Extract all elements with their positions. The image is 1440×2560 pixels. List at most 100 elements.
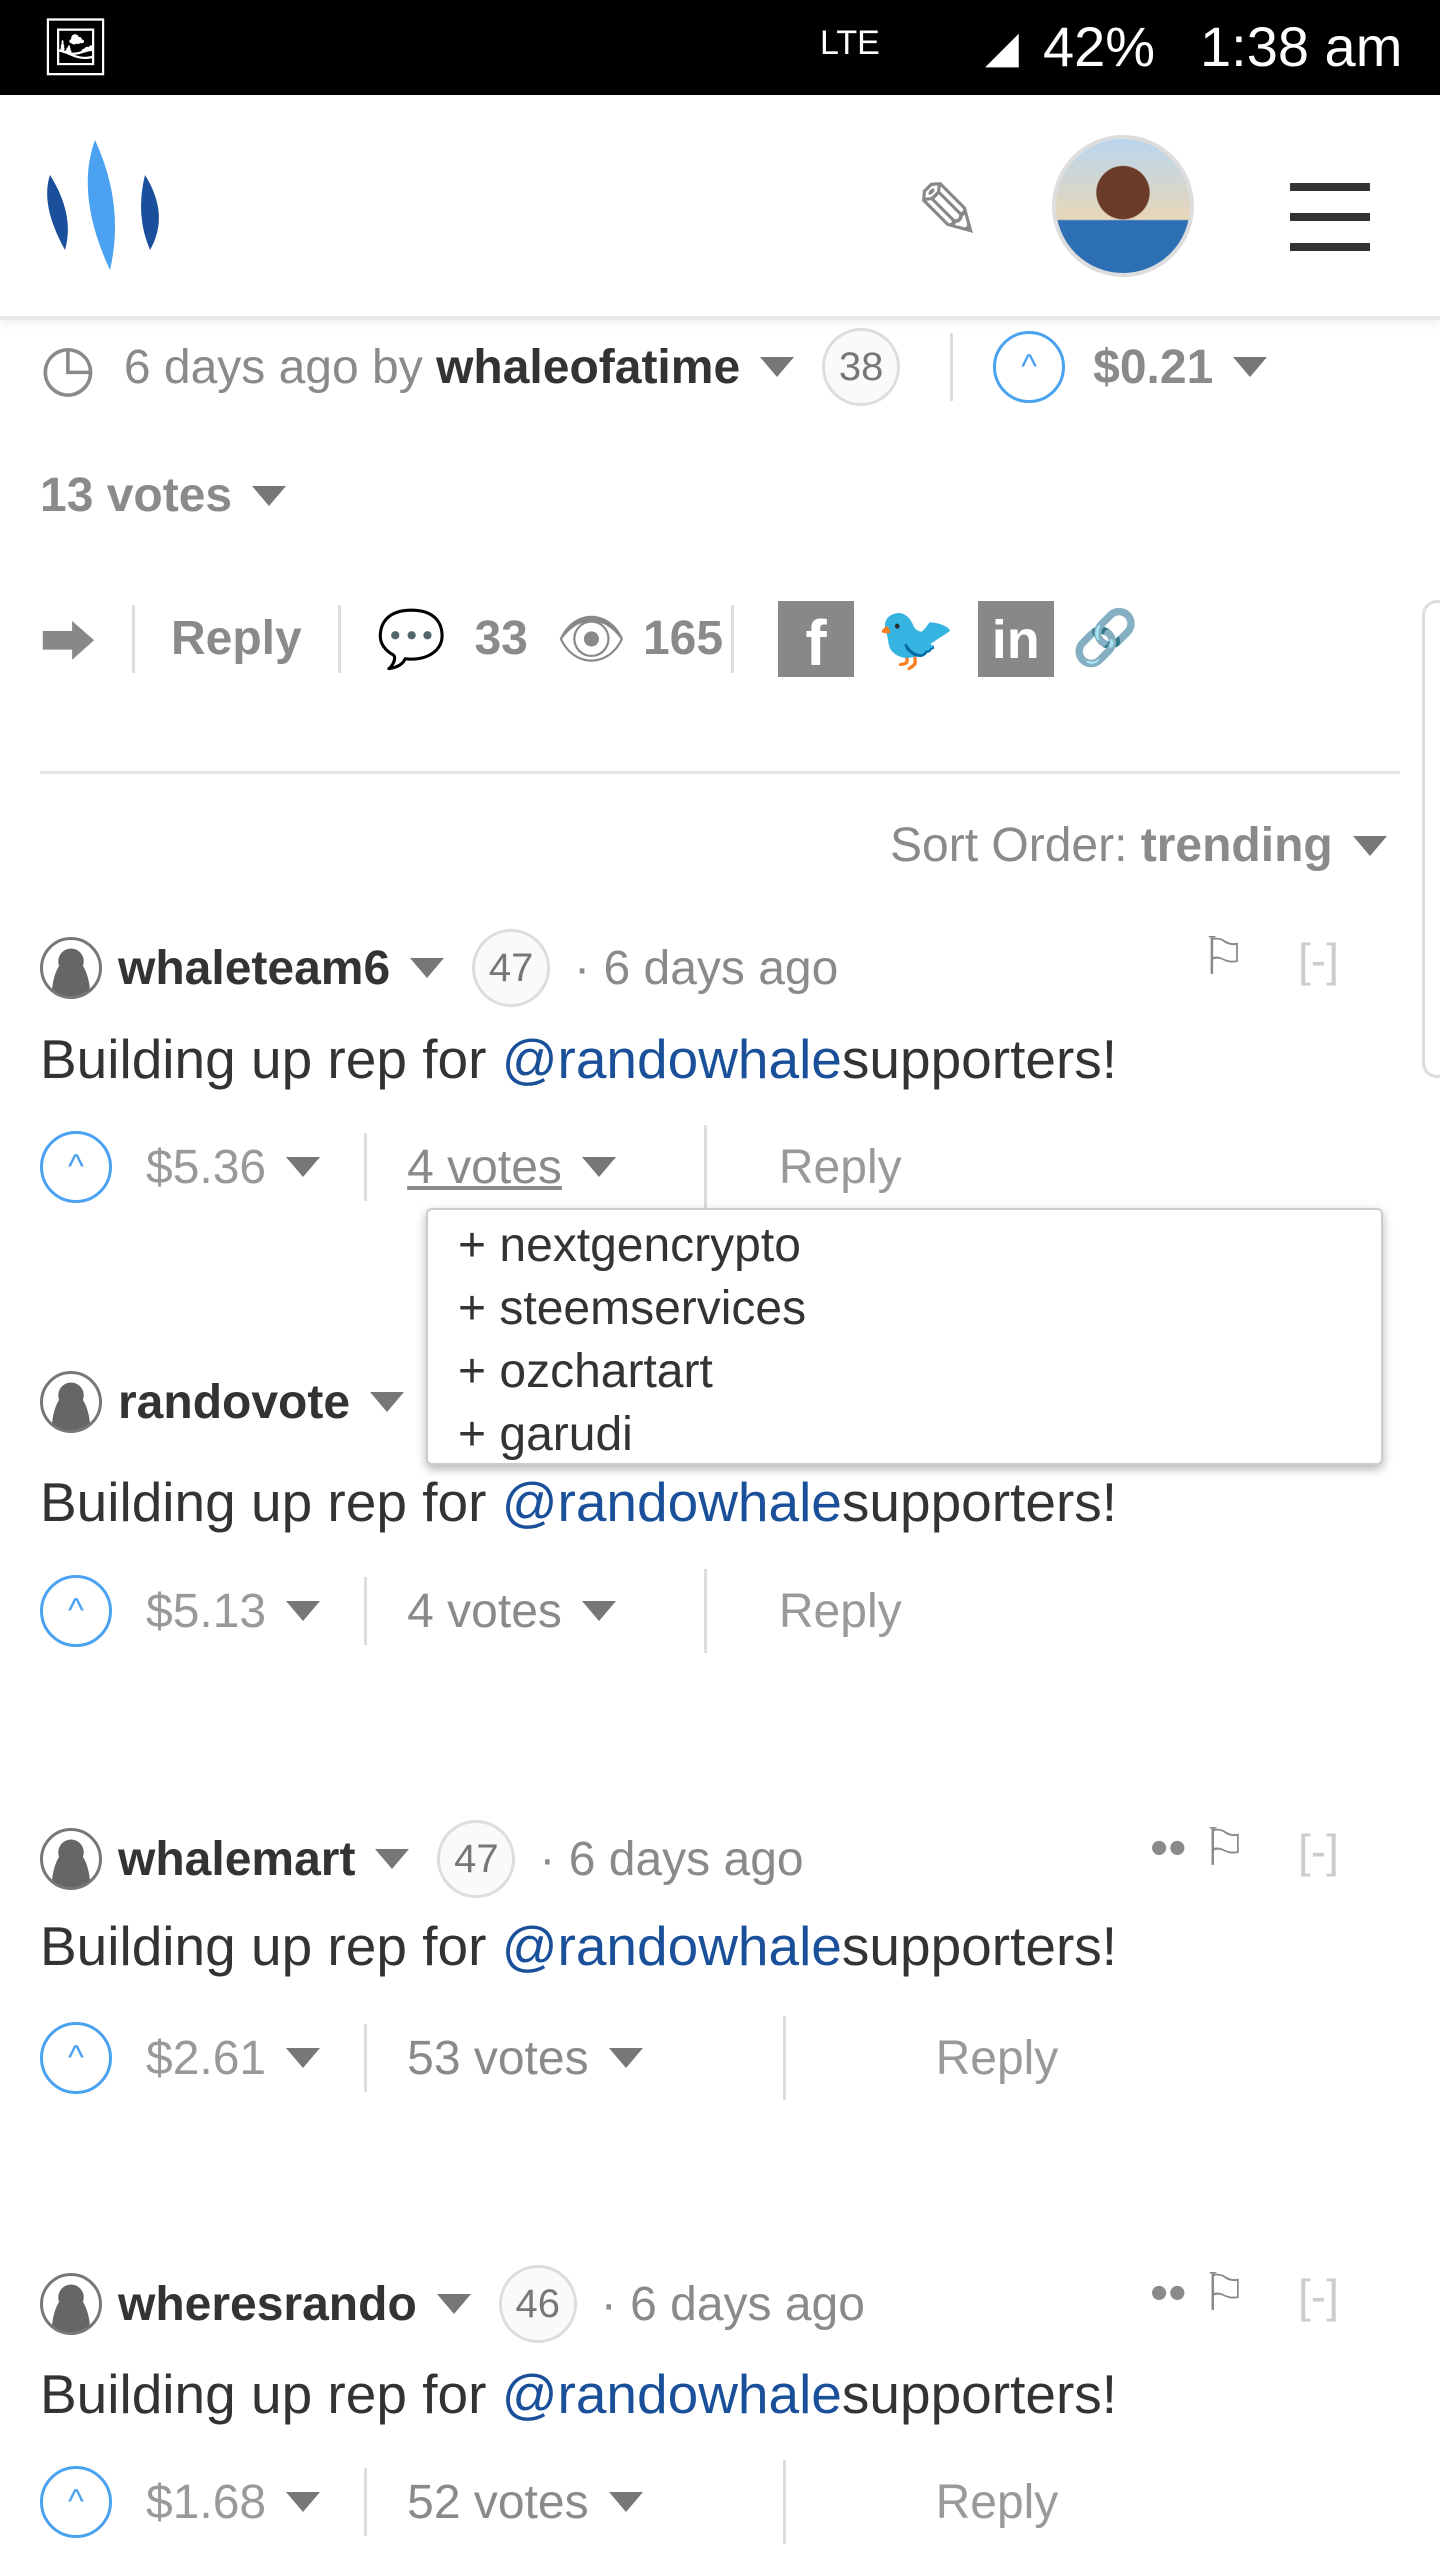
comment-body: Building up rep for @randowhale supporte… [40, 1914, 1118, 1978]
comment-payout[interactable]: $2.61 [146, 2031, 266, 2086]
clock-icon: ◷ [40, 330, 96, 403]
comment-author[interactable]: wheresrando [118, 2277, 417, 2332]
post-time: 6 days ago by [123, 340, 423, 394]
comment-author[interactable]: randovote [118, 1375, 350, 1430]
view-count: 165 [642, 612, 724, 665]
comment-time: · 6 days ago [574, 941, 839, 995]
hamburger-icon[interactable] [1290, 183, 1370, 251]
comment-header: whalemart 47 · 6 days ago [40, 1820, 804, 1898]
comment-time: · 6 days ago [600, 2277, 865, 2331]
upvote-button[interactable]: ^ [40, 1131, 112, 1203]
comment-footer: ^ $5.36 4 votes Reply [40, 1125, 902, 1209]
resteem-icon[interactable]: ⮕ [40, 598, 96, 679]
user-icon [40, 937, 102, 999]
user-icon [40, 1828, 102, 1890]
votes-label[interactable]: 13 votes [40, 468, 232, 523]
collapse-button[interactable]: [-] [1298, 933, 1339, 987]
voter-item[interactable]: + nextgencrypto [458, 1214, 1381, 1277]
votes-caret[interactable] [608, 2492, 643, 2512]
voter-item[interactable]: + steemservices [458, 1277, 1381, 1340]
network-label: LTE [820, 24, 880, 62]
votes-caret[interactable] [581, 1601, 616, 1621]
battery-level: 42% [1043, 15, 1156, 78]
votes-button[interactable]: 4 votes [407, 1140, 562, 1195]
post-votes[interactable]: 13 votes [40, 468, 287, 523]
comment-payout[interactable]: $1.68 [146, 2475, 266, 2530]
status-bar: 🖼 LTE ◢ 42% 1:38 am [0, 0, 1440, 95]
user-icon [40, 2273, 102, 2335]
scrollbar[interactable] [1422, 600, 1440, 1078]
upvote-button[interactable]: ^ [40, 2022, 112, 2094]
votes-button[interactable]: 53 votes [407, 2031, 588, 2086]
comments-icon: 💬 [376, 606, 447, 670]
reputation-badge: 47 [472, 929, 551, 1007]
divider [40, 771, 1400, 774]
user-avatar[interactable] [1052, 135, 1194, 277]
flag-icon[interactable]: ⚐ [1200, 927, 1247, 987]
author-caret[interactable] [436, 2294, 471, 2314]
votes-button[interactable]: 4 votes [407, 1584, 562, 1639]
comment-payout[interactable]: $5.13 [146, 1584, 266, 1639]
payout-caret[interactable] [286, 2048, 321, 2068]
user-icon [40, 1371, 102, 1433]
comment-header: whaleteam6 47 · 6 days ago [40, 929, 838, 1007]
mention-link[interactable]: @randowhale [502, 2362, 842, 2426]
comment-header: wheresrando 46 · 6 days ago [40, 2265, 865, 2343]
payout-caret[interactable] [286, 1157, 321, 1177]
post-payout[interactable]: $0.21 [1093, 340, 1213, 395]
post-actions: ⮕ Reply 💬 33 👁 165 f 🐦 in 🔗 [40, 598, 1139, 679]
upvote-button[interactable]: ^ [40, 1575, 112, 1647]
comment-count[interactable]: 33 [474, 611, 527, 666]
gallery-icon: 🖼 [40, 15, 112, 78]
payout-caret[interactable] [1233, 357, 1268, 377]
flag-icon[interactable]: •• ⚐ [1150, 2263, 1247, 2323]
clock: 1:38 am [1200, 15, 1403, 78]
link-icon[interactable]: 🔗 [1072, 607, 1139, 670]
reputation-badge: 46 [498, 2265, 577, 2343]
top-header: ✎ [0, 95, 1440, 320]
votes-button[interactable]: 52 votes [407, 2475, 588, 2530]
comment-body: Building up rep for @randowhale supporte… [40, 2362, 1118, 2426]
mention-link[interactable]: @randowhale [502, 1470, 842, 1534]
signal-icon: ◢ [985, 23, 1019, 72]
reply-button[interactable]: Reply [936, 2031, 1059, 2086]
reply-button[interactable]: Reply [936, 2475, 1059, 2530]
reply-button[interactable]: Reply [779, 1140, 902, 1195]
upvote-button[interactable]: ^ [40, 2466, 112, 2538]
mention-link[interactable]: @randowhale [502, 1914, 842, 1978]
facebook-icon[interactable]: f [778, 600, 855, 679]
reputation-badge: 47 [437, 1820, 516, 1898]
sort-order[interactable]: Sort Order: trending [890, 818, 1387, 873]
voter-item[interactable]: + garudi [458, 1403, 1381, 1466]
sort-value[interactable]: trending [1141, 818, 1333, 873]
votes-caret[interactable] [581, 1157, 616, 1177]
flag-icon[interactable]: •• ⚐ [1150, 1818, 1247, 1878]
comment-author[interactable]: whaleteam6 [118, 941, 390, 996]
pencil-icon[interactable]: ✎ [915, 165, 982, 258]
voter-item[interactable]: + ozchartart [458, 1340, 1381, 1403]
payout-caret[interactable] [286, 1601, 321, 1621]
payout-caret[interactable] [286, 2492, 321, 2512]
author-caret[interactable] [375, 1849, 410, 1869]
comment-footer: ^ $2.61 53 votes Reply [40, 2016, 1058, 2100]
upvote-button[interactable]: ^ [993, 331, 1066, 403]
reply-button[interactable]: Reply [779, 1584, 902, 1639]
post-author[interactable]: whaleofatime [436, 340, 740, 395]
comment-payout[interactable]: $5.36 [146, 1140, 266, 1195]
steemit-logo[interactable] [40, 135, 175, 275]
author-caret[interactable] [410, 958, 445, 978]
collapse-button[interactable]: [-] [1298, 1824, 1339, 1878]
comment-body: Building up rep for @randowhale supporte… [40, 1027, 1118, 1091]
post-meta: ◷ 6 days ago by whaleofatime 38 ^ $0.21 [40, 328, 1268, 406]
comment-footer: ^ $1.68 52 votes Reply [40, 2460, 1058, 2544]
comment-author[interactable]: whalemart [118, 1832, 355, 1887]
reply-button[interactable]: Reply [171, 611, 302, 666]
linkedin-icon[interactable]: in [977, 600, 1054, 677]
author-caret[interactable] [370, 1392, 405, 1412]
comment-footer: ^ $5.13 4 votes Reply [40, 1569, 902, 1653]
votes-caret[interactable] [608, 2048, 643, 2068]
twitter-icon[interactable]: 🐦 [876, 601, 956, 676]
collapse-button[interactable]: [-] [1298, 2269, 1339, 2323]
author-menu-caret[interactable] [760, 357, 795, 377]
mention-link[interactable]: @randowhale [502, 1027, 842, 1091]
